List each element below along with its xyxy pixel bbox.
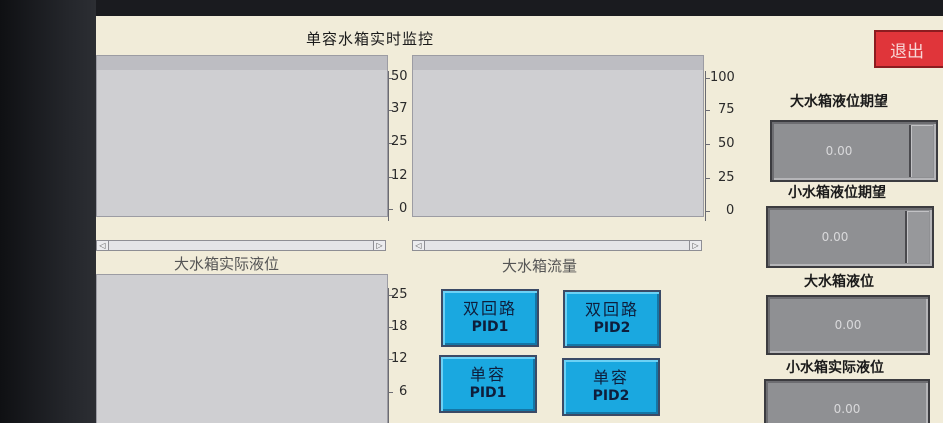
axis-tick xyxy=(705,178,710,179)
single-tank-pid1-button[interactable]: 单容 PID1 xyxy=(439,355,537,413)
slider-thumb[interactable] xyxy=(909,125,933,177)
big-flow-tick-label: 25 xyxy=(718,170,735,185)
single-tank-pid2-button[interactable]: 单容 PID2 xyxy=(562,358,660,416)
big-level-tick-label: 50 xyxy=(391,69,408,84)
big-flow-scrollbar[interactable]: ◁ ▷ xyxy=(412,240,702,251)
big-flow-tick-label: 75 xyxy=(718,102,735,117)
scroll-right-icon[interactable]: ▷ xyxy=(373,241,385,250)
axis-tick xyxy=(388,392,393,393)
big-level-chart xyxy=(96,55,388,217)
scroll-right-icon[interactable]: ▷ xyxy=(689,241,701,250)
small-setpoint-slider[interactable]: 0.00 xyxy=(766,206,934,268)
small-level-tick-label: 12 xyxy=(391,351,408,366)
scroll-left-icon[interactable]: ◁ xyxy=(413,241,425,250)
exit-button[interactable]: 退出 xyxy=(874,30,943,68)
button-line2: PID2 xyxy=(592,388,630,404)
axis-tick xyxy=(705,211,710,212)
dual-loop-pid1-button[interactable]: 双回路 PID1 xyxy=(441,289,539,347)
small-level-y-axis xyxy=(388,288,389,423)
big-level-tick-label: 25 xyxy=(391,134,408,149)
big-level-scrollbar[interactable]: ◁ ▷ xyxy=(96,240,386,251)
monitor-bezel-top xyxy=(0,0,943,16)
button-line2: PID1 xyxy=(469,385,507,401)
big-level-tick-label: 37 xyxy=(391,101,408,116)
big-flow-y-axis xyxy=(705,71,706,221)
button-line1: 单容 xyxy=(469,365,506,384)
big-flow-tick-label: 50 xyxy=(718,136,735,151)
page-title: 单容水箱实时监控 xyxy=(306,30,435,48)
button-line1: 双回路 xyxy=(462,299,517,318)
scroll-left-icon[interactable]: ◁ xyxy=(97,241,109,250)
small-level-tick-label: 18 xyxy=(391,319,408,334)
chart-header-band xyxy=(413,56,703,70)
big-level-y-axis xyxy=(388,71,389,221)
small-level-display: 0.00 xyxy=(764,379,930,423)
small-level-label: 小水箱实际液位 xyxy=(786,360,884,376)
big-level-tick-label: 12 xyxy=(391,168,408,183)
button-line1: 单容 xyxy=(592,368,629,387)
big-level-label: 大水箱液位 xyxy=(804,274,874,290)
big-setpoint-slider[interactable]: 0.00 xyxy=(770,120,938,182)
small-setpoint-label: 小水箱液位期望 xyxy=(788,185,886,201)
hmi-screen: 单容水箱实时监控 退出 50 37 25 12 0 ◁ ▷ 大水箱实际液位 10… xyxy=(96,16,943,423)
big-flow-chart-label: 大水箱流量 xyxy=(500,255,580,276)
big-flow-tick-label: 100 xyxy=(710,70,735,85)
big-level-chart-label: 大水箱实际液位 xyxy=(172,253,282,274)
chart-header-band xyxy=(97,56,387,70)
button-line2: PID2 xyxy=(593,320,631,336)
big-flow-chart xyxy=(412,55,704,217)
small-level-tick-label: 25 xyxy=(391,287,408,302)
small-level-tick-label: 6 xyxy=(399,384,408,399)
small-level-chart xyxy=(96,274,388,423)
slider-thumb[interactable] xyxy=(905,211,929,263)
axis-tick xyxy=(705,110,710,111)
big-setpoint-label: 大水箱液位期望 xyxy=(790,94,888,110)
monitor-bezel-left xyxy=(0,0,96,423)
big-level-display: 0.00 xyxy=(766,295,930,355)
big-flow-tick-label: 0 xyxy=(726,203,735,218)
axis-tick xyxy=(705,144,710,145)
small-setpoint-value: 0.00 xyxy=(821,230,849,244)
button-line1: 双回路 xyxy=(584,300,639,319)
axis-tick xyxy=(388,209,393,210)
button-line2: PID1 xyxy=(471,319,509,335)
dual-loop-pid2-button[interactable]: 双回路 PID2 xyxy=(563,290,661,348)
big-level-tick-label: 0 xyxy=(399,201,408,216)
big-setpoint-value: 0.00 xyxy=(825,144,853,158)
